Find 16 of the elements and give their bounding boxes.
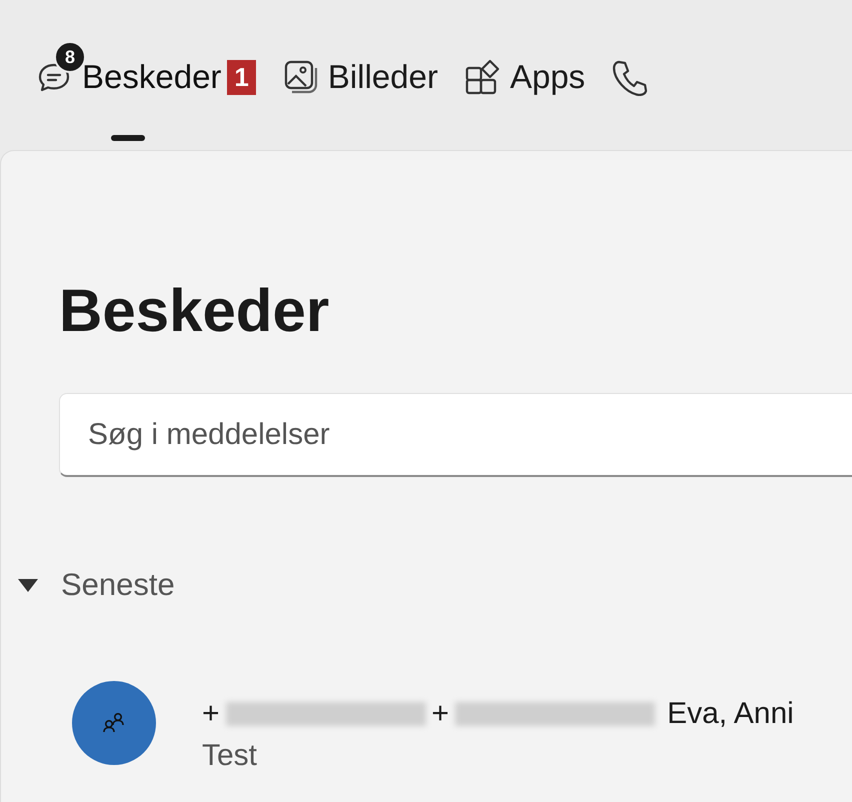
message-preview: Test xyxy=(202,739,258,773)
active-indicator xyxy=(110,135,145,141)
count-badge: 8 xyxy=(54,41,86,73)
search-field[interactable]: Søg i meddelelser xyxy=(59,393,852,477)
page-title: Beskeder xyxy=(59,276,330,346)
apps-icon xyxy=(464,58,502,96)
contact-name: Eva, Anni xyxy=(667,697,794,731)
phone-icon xyxy=(611,58,648,96)
section-header[interactable]: Seneste xyxy=(17,567,175,603)
step-marker: 1 xyxy=(227,60,256,94)
contact-name: + xyxy=(432,697,450,731)
nav-tab[interactable]: Apps xyxy=(464,47,586,141)
caret-icon xyxy=(17,577,39,593)
contact-name: + xyxy=(202,697,220,731)
nav-tab[interactable]: Billeder xyxy=(282,47,438,141)
people-icon xyxy=(103,712,125,734)
